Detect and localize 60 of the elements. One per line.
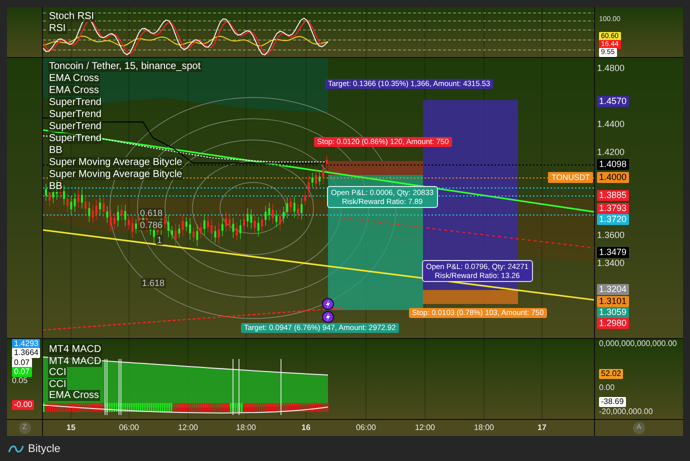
price-label: 1.3885 [597,190,629,200]
price-label: -0.00 [12,400,34,410]
time-label: 18:00 [236,422,256,433]
time-label: 16 [302,422,310,433]
axis-label: 1.3400 [597,258,625,268]
price-label: 1.4293 [12,339,40,349]
legend-label: MT4 MACD [48,356,102,366]
fibonacci-level-label: 0.786 [139,220,164,230]
price-label: 1.3793 [597,202,629,214]
price-label: 0.07 [12,367,32,377]
time-label: 06:00 [356,422,376,433]
legend-label: BB [48,181,64,192]
legend-label: EMA Cross [48,390,100,401]
axis-label: 1.4800 [597,62,625,74]
axis-label: 0.00 [599,383,615,393]
price-label: 1.3479 [597,246,629,258]
legend-label: RSI [48,23,67,34]
time-label: 12:00 [414,422,436,433]
price-label: 1.3664 [12,348,40,358]
fibonacci-level-label: 1 [156,235,164,245]
price-label: 1.3204 [597,284,629,294]
price-label: 1.4000 [597,172,629,182]
price-label: 0.07 [12,358,32,368]
axis-label: 0.05 [12,376,28,386]
axis-label: 1.3600 [597,230,625,240]
legend-label: Super Moving Average Bitycle [48,169,184,180]
price-label: -38.69 [599,397,626,407]
time-label: 17 [538,422,546,433]
legend-label: Super Moving Average Bitycle [48,157,184,168]
legend-label: SuperTrend [48,97,102,108]
legend-label: EMA Cross [48,73,100,84]
legend-label: EMA Cross [48,85,100,96]
axis-label: 1.4400 [597,118,625,130]
symbol-tag: TONUSDT [548,172,593,183]
price-label: 1.3059 [597,306,629,318]
legend-label: Stoch RSI [48,11,96,22]
price-label: 52.02 [599,369,624,379]
price-label: 1.4570 [597,96,629,106]
legend-label: Toncoin / Tether, 15, binance_spot [48,61,202,72]
price-label: 1.2980 [597,318,629,328]
legend-label: BB [48,145,64,156]
legend-label: CCI [48,378,68,390]
time-label: 06:00 [118,422,140,433]
legend-label: SuperTrend [48,109,102,120]
axis-label: 1.4200 [597,146,625,158]
fibonacci-level-label: 1.618 [141,278,166,288]
time-label: 18:00 [474,422,494,433]
legend-label: MT4 MACD [48,344,102,355]
legend-label: SuperTrend [48,133,102,144]
legend-label: SuperTrend [48,121,102,132]
price-label: 1.4098 [597,158,629,170]
brand-name: Bitycle [28,442,60,457]
axis-label: -20,000,000.00 [599,407,653,417]
time-label: 15 [66,422,76,433]
price-label: 1.3101 [597,296,629,306]
time-label: 12:00 [178,422,198,433]
legend-label: CCI [48,367,68,378]
axis-label: 0,000,000,000,000.00 [599,339,677,349]
fibonacci-level-label: 0.618 [139,208,164,218]
price-label: 1.3720 [597,214,629,224]
